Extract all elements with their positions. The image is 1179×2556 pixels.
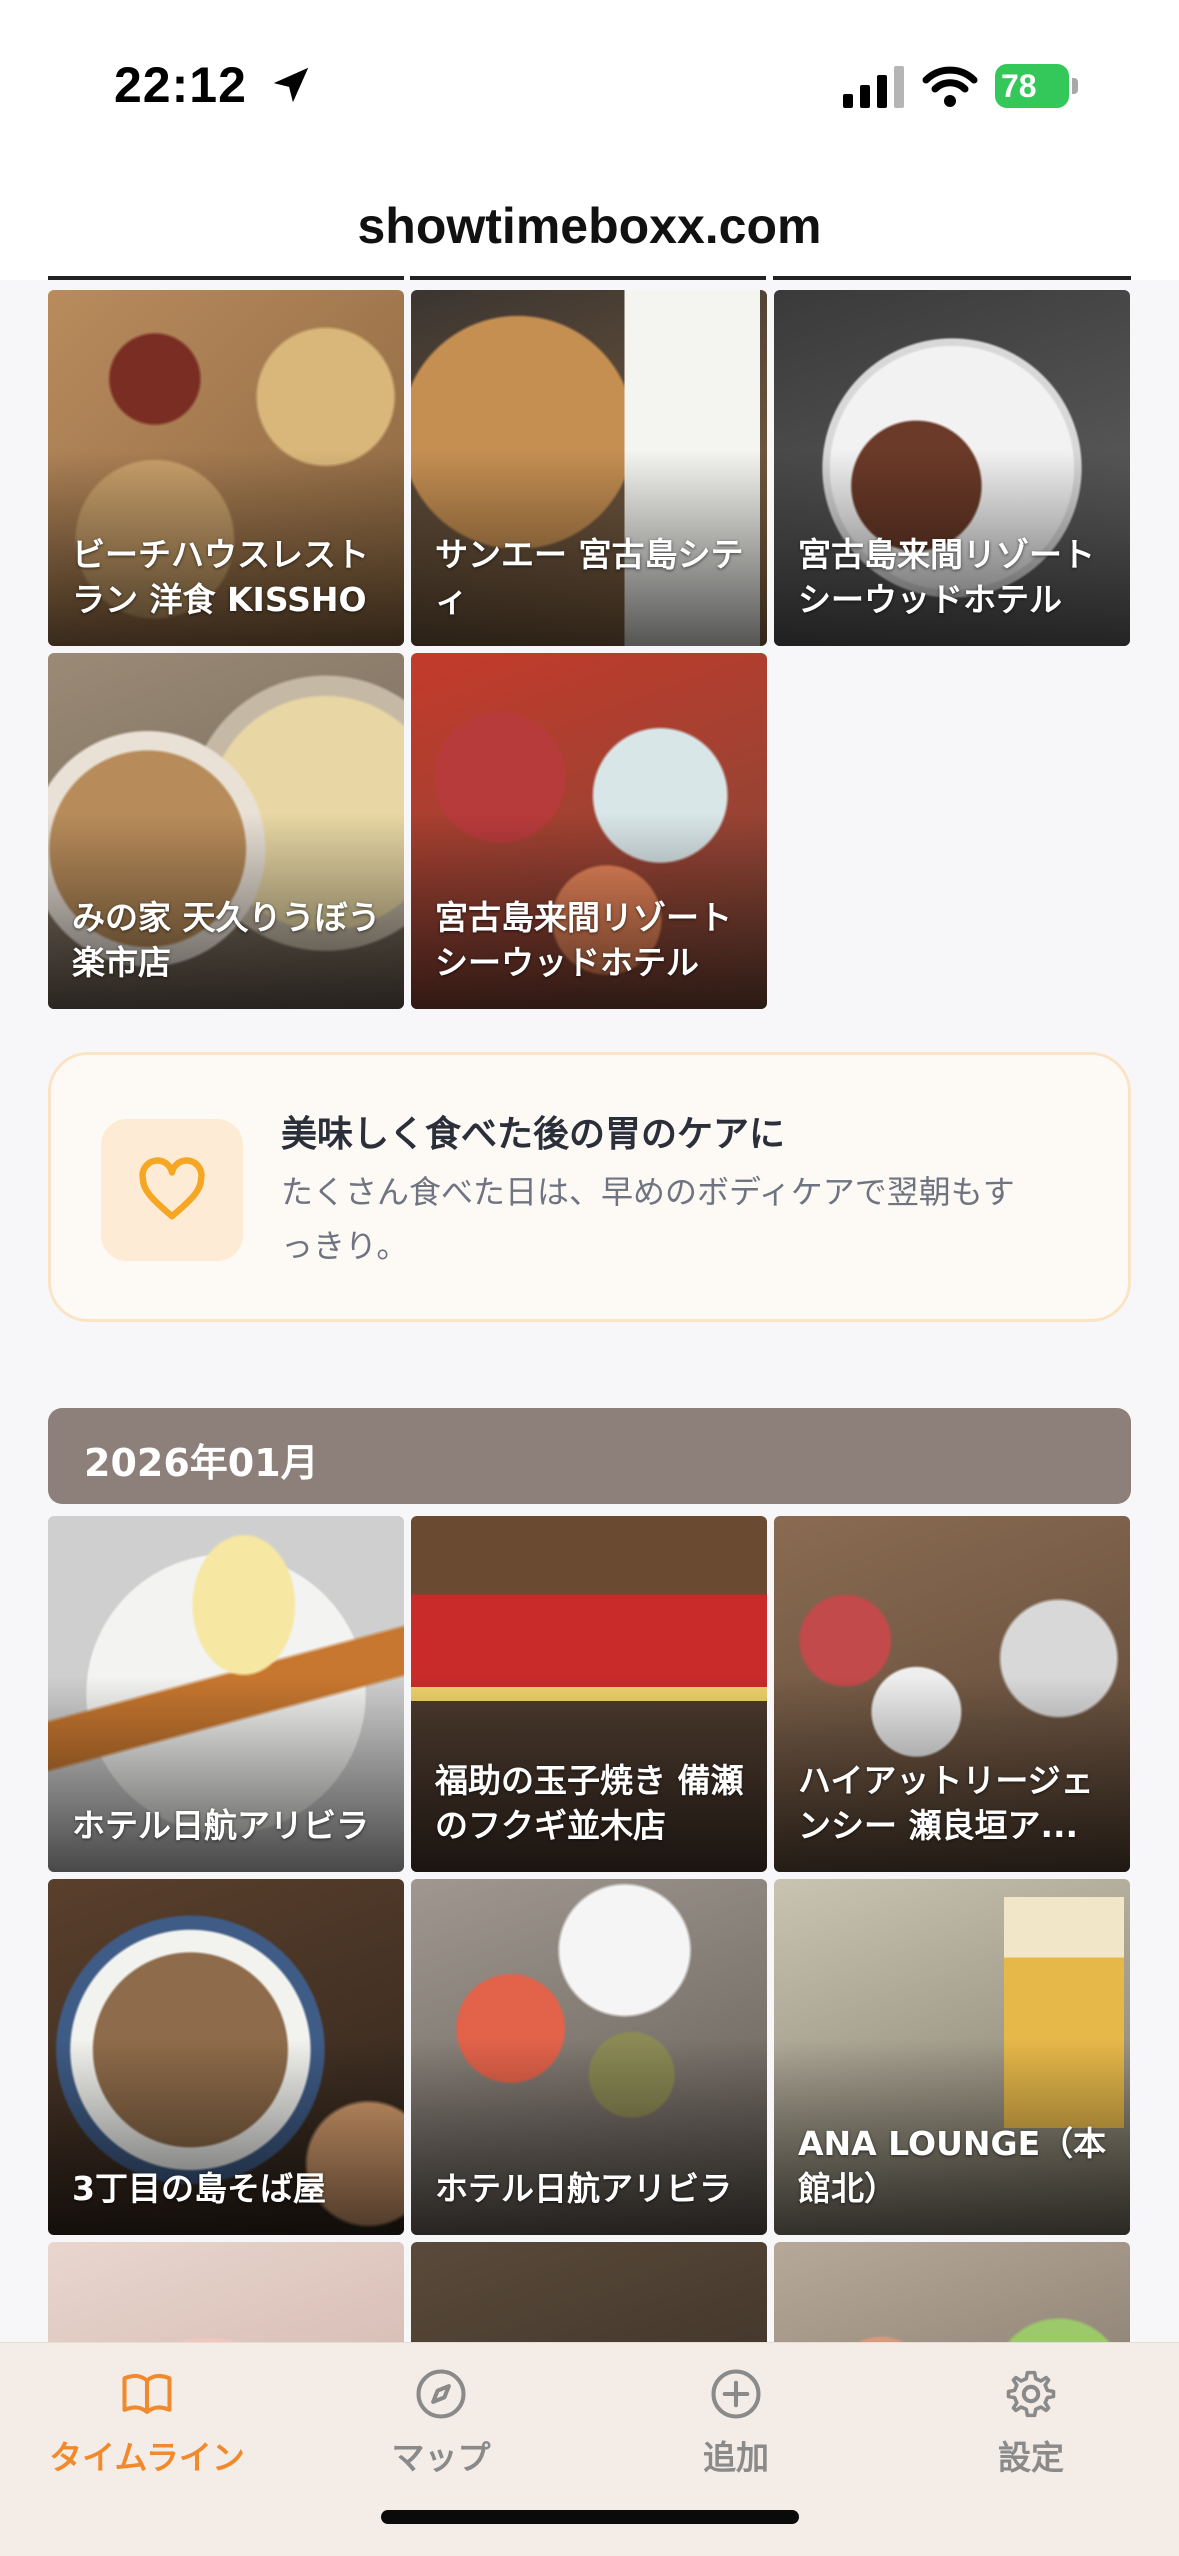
- battery-indicator: 78: [995, 64, 1078, 108]
- tile-label: 福助の玉子焼き 備瀬のフクギ並木店: [435, 1761, 744, 1845]
- home-indicator: [381, 2510, 799, 2524]
- tab-label: マップ: [391, 2438, 491, 2477]
- location-arrow-icon: [273, 67, 309, 103]
- section-divider: [48, 276, 404, 280]
- tile-label: ホテル日航アリビラ: [435, 2169, 732, 2208]
- tile-label: ビーチハウスレストラン 洋食 KISSHO: [72, 535, 369, 619]
- restaurant-tile[interactable]: みの家 天久りうぼう楽市店: [48, 653, 404, 1009]
- month-header: 2026年01月: [48, 1408, 1131, 1504]
- url-bar[interactable]: showtimeboxx.com: [0, 175, 1179, 280]
- book-icon: [122, 2373, 172, 2415]
- tab-label: タイムライン: [49, 2438, 245, 2477]
- plus-circle-icon: [711, 2369, 761, 2419]
- care-title: 美味しく食べた後の胃のケアに: [281, 1114, 786, 1155]
- tile-label: ANA LOUNGE（本館北）: [798, 2124, 1107, 2208]
- section-divider: [773, 276, 1131, 280]
- restaurant-tile[interactable]: サンエー 宮古島シティ: [411, 290, 767, 646]
- tile-label: ホテル日航アリビラ: [72, 1806, 369, 1845]
- heart-icon: [139, 1157, 205, 1220]
- restaurant-tile[interactable]: 宮古島来間リゾート シーウッドホテル: [774, 290, 1130, 646]
- status-bar: 22:12 78: [0, 0, 1179, 175]
- tile-label: 宮古島来間リゾート シーウッドホテル: [798, 535, 1095, 619]
- tab-label: 設定: [998, 2438, 1064, 2477]
- url-domain: showtimeboxx.com: [357, 198, 822, 254]
- tile-label: ハイアットリージェンシー 瀬良垣ア...: [798, 1761, 1094, 1845]
- care-description: たくさん食べた日は、早めのボディケアで翌朝もすっきり。: [281, 1173, 1015, 1265]
- restaurant-tile[interactable]: ビーチハウスレストラン 洋食 KISSHO: [48, 290, 404, 646]
- tile-label: みの家 天久りうぼう楽市店: [72, 898, 381, 982]
- restaurant-tile[interactable]: 福助の玉子焼き 備瀬のフクギ並木店: [411, 1516, 767, 1872]
- tab-label: 追加: [703, 2438, 769, 2477]
- tile-label: サンエー 宮古島シティ: [435, 535, 744, 619]
- restaurant-tile[interactable]: ハイアットリージェンシー 瀬良垣ア...: [774, 1516, 1130, 1872]
- restaurant-tile[interactable]: ホテル日航アリビラ: [411, 1879, 767, 2235]
- tile-label: 3丁目の島そば屋: [72, 2169, 326, 2208]
- restaurant-tile[interactable]: ANA LOUNGE（本館北）: [774, 1879, 1130, 2235]
- tab-settings[interactable]: 設定: [884, 2343, 1178, 2493]
- care-promo-card[interactable]: 美味しく食べた後の胃のケアに たくさん食べた日は、早めのボディケアで翌朝もすっき…: [48, 1052, 1131, 1322]
- restaurant-tile[interactable]: ホテル日航アリビラ: [48, 1516, 404, 1872]
- section-divider: [410, 276, 766, 280]
- clock: 22:12: [114, 57, 247, 113]
- gear-icon: [1006, 2370, 1056, 2418]
- care-icon-container: [101, 1119, 243, 1261]
- tab-map[interactable]: マップ: [294, 2343, 588, 2493]
- month-label: 2026年01月: [84, 1441, 319, 1485]
- restaurant-tile[interactable]: 3丁目の島そば屋: [48, 1879, 404, 2235]
- battery-level: 78: [1001, 68, 1037, 104]
- tile-label: 宮古島来間リゾート シーウッドホテル: [435, 898, 732, 982]
- restaurant-tile[interactable]: 宮古島来間リゾート シーウッドホテル: [411, 653, 767, 1009]
- tab-add[interactable]: 追加: [589, 2343, 883, 2493]
- compass-icon: [416, 2369, 466, 2419]
- cellular-signal-icon: [843, 66, 904, 108]
- tab-timeline[interactable]: タイムライン: [0, 2343, 294, 2493]
- wifi-icon: [922, 66, 978, 107]
